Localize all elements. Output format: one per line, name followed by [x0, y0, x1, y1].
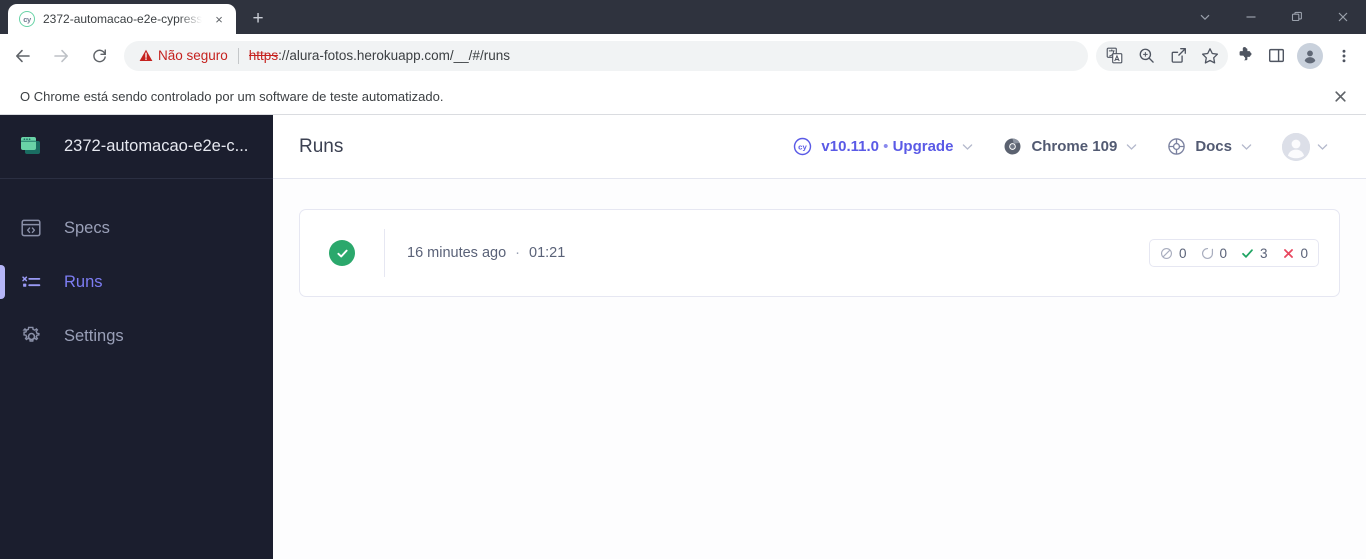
maximize-button[interactable] [1274, 0, 1320, 34]
sidebar-item-specs-label: Specs [64, 218, 110, 237]
sidebar-item-settings-label: Settings [64, 326, 124, 345]
close-window-button[interactable] [1320, 0, 1366, 34]
forward-button[interactable] [44, 39, 78, 73]
zoom-icon[interactable] [1130, 40, 1162, 72]
stat-skipped-value: 0 [1178, 245, 1187, 261]
cypress-app: 2372-automacao-e2e-c... Specs Runs Setti… [0, 115, 1366, 559]
version-upgrade-button[interactable]: cy v10.11.0 • Upgrade [793, 137, 973, 156]
svg-text:cy: cy [799, 143, 808, 152]
omnibox-divider [237, 47, 239, 64]
sidebar: 2372-automacao-e2e-c... Specs Runs Setti… [0, 115, 273, 559]
account-button[interactable] [1282, 132, 1328, 161]
address-bar[interactable]: Não seguro https://alura-fotos.herokuapp… [124, 40, 1088, 71]
back-button[interactable] [6, 39, 40, 73]
stat-pending-value: 0 [1219, 245, 1227, 261]
chevron-down-icon[interactable] [1241, 143, 1252, 151]
circle-slash-icon [1160, 246, 1174, 260]
run-stats: 0 0 3 0 [1148, 239, 1319, 267]
stat-failed: 0 [1281, 246, 1308, 261]
project-name-label: 2372-automacao-e2e-c... [64, 137, 249, 155]
stat-skipped: 0 [1160, 245, 1187, 261]
run-meta: 16 minutes ago · 01:21 [385, 245, 1149, 261]
window-controls [1182, 0, 1366, 34]
chevron-down-icon[interactable] [1317, 143, 1328, 151]
stat-passed-value: 3 [1259, 245, 1268, 261]
tab-strip: cy 2372-automacao-e2e-cypress-au × + [0, 0, 1366, 34]
not-secure-warning-icon [138, 49, 153, 63]
docs-button[interactable]: Docs [1167, 137, 1252, 156]
stat-pending: 0 [1200, 246, 1227, 261]
version-separator: • [883, 138, 889, 155]
url-scheme: https [248, 48, 279, 63]
url-text: https://alura-fotos.herokuapp.com/__/#/r… [249, 48, 510, 63]
reload-button[interactable] [82, 39, 116, 73]
check-icon [1241, 246, 1255, 260]
run-status [300, 240, 384, 266]
sidebar-item-specs[interactable]: Specs [0, 201, 273, 255]
runs-list: 16 minutes ago · 01:21 0 0 3 0 [273, 179, 1366, 559]
tab-title: 2372-automacao-e2e-cypress-au [43, 12, 202, 26]
automation-infobar: O Chrome está sendo controlado por um so… [0, 78, 1366, 115]
run-duration: 01:21 [529, 245, 566, 261]
share-icon[interactable] [1162, 40, 1194, 72]
run-row[interactable]: 16 minutes ago · 01:21 0 0 3 0 [299, 209, 1340, 297]
security-status-label: Não seguro [158, 48, 228, 63]
page-title: Runs [299, 135, 344, 157]
circle-arrow-icon [1200, 246, 1214, 260]
status-badge [329, 240, 355, 266]
chrome-menu-icon[interactable] [1328, 40, 1360, 72]
project-stack-icon [18, 134, 44, 160]
sidebar-nav: Specs Runs Settings [0, 179, 273, 363]
runs-icon [18, 269, 44, 295]
docs-target-icon [1167, 137, 1186, 156]
url-path: ://alura-fotos.herokuapp.com/__/#/runs [278, 48, 510, 63]
sidebar-item-runs-label: Runs [64, 272, 103, 291]
chevron-down-icon[interactable] [962, 143, 973, 151]
sidebar-project[interactable]: 2372-automacao-e2e-c... [0, 115, 273, 179]
bookmark-star-icon[interactable] [1194, 40, 1226, 72]
user-avatar-icon [1282, 132, 1310, 161]
profile-avatar-icon[interactable] [1297, 42, 1323, 69]
cypress-favicon: cy [19, 11, 35, 27]
omnibox-action-group [1096, 40, 1228, 72]
version-label: v10.11.0 • Upgrade [821, 138, 953, 155]
minimize-button[interactable] [1228, 0, 1274, 34]
chevron-down-icon[interactable] [1126, 143, 1137, 151]
side-panel-icon[interactable] [1260, 40, 1292, 72]
toolbar-icons [1096, 40, 1360, 72]
specs-icon [18, 215, 44, 241]
gear-icon [18, 323, 44, 349]
docs-label: Docs [1195, 138, 1232, 155]
run-time-ago: 16 minutes ago [407, 245, 507, 261]
new-tab-button[interactable]: + [244, 5, 272, 33]
stat-failed-value: 0 [1300, 245, 1308, 261]
app-header: Runs cy v10.11.0 • Upgrade Chrome 109 Do… [273, 115, 1366, 179]
stat-passed: 3 [1241, 245, 1268, 261]
chromium-icon [1003, 137, 1022, 156]
browser-window: cy 2372-automacao-e2e-cypress-au × + [0, 0, 1366, 559]
cypress-logo-icon: cy [793, 137, 812, 156]
translate-icon[interactable] [1098, 40, 1130, 72]
automation-infobar-message: O Chrome está sendo controlado por um so… [20, 88, 444, 104]
browser-label: Chrome 109 [1031, 138, 1118, 155]
extensions-puzzle-icon[interactable] [1228, 40, 1260, 72]
version-number: v10.11.0 [821, 138, 879, 155]
x-icon [1281, 246, 1295, 260]
main-content: Runs cy v10.11.0 • Upgrade Chrome 109 Do… [273, 115, 1366, 559]
close-infobar-button[interactable] [1326, 82, 1354, 110]
sidebar-item-runs[interactable]: Runs [0, 255, 273, 309]
sidebar-item-settings[interactable]: Settings [0, 309, 273, 363]
browser-toolbar: Não seguro https://alura-fotos.herokuapp… [0, 34, 1366, 78]
close-tab-button[interactable]: × [210, 10, 228, 28]
upgrade-label: Upgrade [892, 138, 954, 155]
run-meta-separator: · [515, 245, 520, 261]
browser-tab[interactable]: cy 2372-automacao-e2e-cypress-au × [8, 4, 236, 34]
header-actions: cy v10.11.0 • Upgrade Chrome 109 Docs [793, 132, 1328, 161]
tab-search-button[interactable] [1182, 0, 1228, 34]
browser-selector-button[interactable]: Chrome 109 [1003, 137, 1137, 156]
